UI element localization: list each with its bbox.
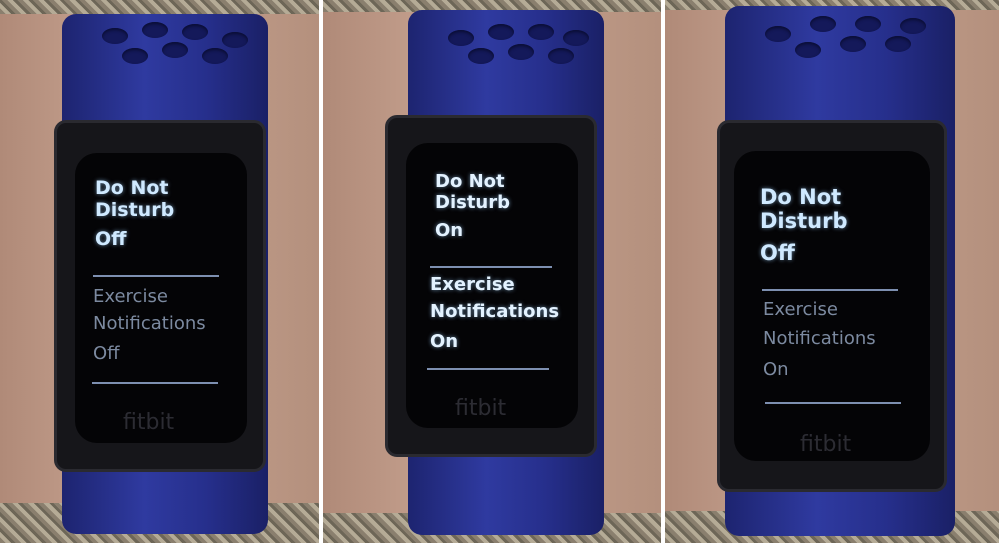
dnd-title-1: Do Not: [95, 177, 169, 199]
exercise-title-2: Notifications: [430, 301, 560, 322]
fitbit-logo: fitbit: [455, 396, 507, 421]
exercise-title-1: Exercise: [430, 274, 515, 295]
dnd-title-1: Do Not: [760, 185, 842, 209]
exercise-state[interactable]: On: [763, 356, 876, 385]
fitbit-logo: fitbit: [123, 410, 175, 435]
photo-panel-1: Do Not Disturb Off Exercise Notification…: [0, 0, 319, 543]
exercise-state[interactable]: Off: [93, 340, 206, 367]
exercise-title-2: Notifications: [93, 313, 206, 334]
dnd-title-1: Do Not: [435, 171, 505, 192]
dnd-title-2: Disturb: [760, 209, 848, 234]
photo-panel-3: Do Not Disturb Off Exercise Notification…: [665, 0, 999, 543]
dnd-state[interactable]: On: [435, 221, 510, 242]
fitbit-logo: fitbit: [800, 432, 852, 457]
exercise-state[interactable]: On: [430, 328, 559, 355]
dnd-title-2: Disturb: [435, 191, 511, 213]
photo-panel-2: Do Not Disturb On Exercise Notifications…: [323, 0, 661, 543]
dnd-title-2: Disturb: [95, 198, 175, 221]
exercise-title-1: Exercise: [93, 286, 168, 307]
dnd-state[interactable]: Off: [760, 241, 848, 265]
dnd-state[interactable]: Off: [95, 228, 174, 251]
exercise-title-2: Notifications: [763, 327, 876, 349]
exercise-title-1: Exercise: [763, 299, 838, 320]
